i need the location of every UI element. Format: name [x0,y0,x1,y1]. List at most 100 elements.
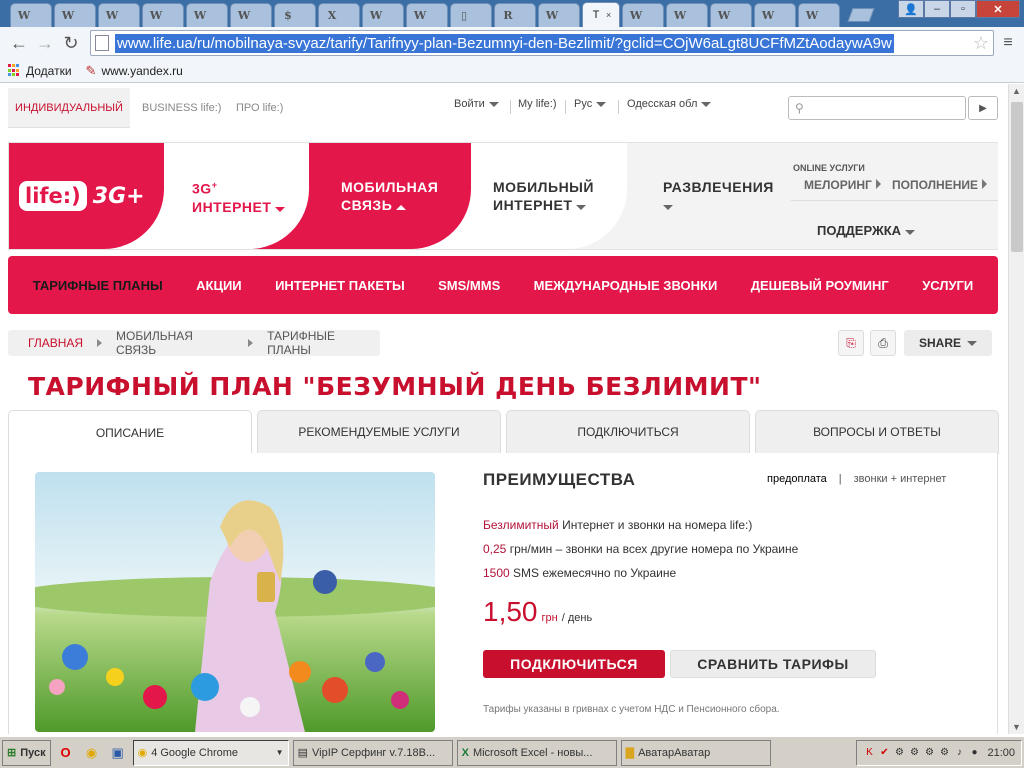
nav-entertainment[interactable]: РАЗВЛЕЧЕНИЯ [663,143,774,249]
taskbar-excel[interactable]: X Microsoft Excel - новы... [456,739,617,766]
minimize-button[interactable]: – [924,0,950,18]
page-scrollbar[interactable]: ▲ ▼ [1008,84,1024,734]
browser-tab[interactable]: W [798,3,840,27]
subnav-item[interactable]: АКЦИИ [196,278,242,293]
taskbar-folder[interactable]: ▇ АватарАватар [620,739,771,766]
login-dropdown[interactable]: Войти [454,98,499,110]
network-icon[interactable]: ⚙ [893,747,905,759]
browser-tab[interactable]: W [754,3,796,27]
browser-tab[interactable]: W [538,3,580,27]
new-tab-button[interactable] [847,8,875,22]
back-button[interactable]: ← [6,30,32,56]
maximize-button[interactable]: ▫ [950,0,976,18]
mode-prepaid[interactable]: предоплата [767,473,827,485]
taskbar-vipip[interactable]: ▤ VipIP Серфинг v.7.18B... [292,739,453,766]
compare-tariffs-button[interactable]: СРАВНИТЬ ТАРИФЫ [670,650,876,678]
browser-tab[interactable]: W [54,3,96,27]
topup-link[interactable]: ПОПОЛНЕНИЕ [892,178,988,192]
browser-tab[interactable]: W [622,3,664,27]
region-dropdown[interactable]: Одесская обл [627,98,712,110]
mylife-link[interactable]: My life:) [518,98,557,110]
forward-button[interactable]: → [32,30,58,56]
browser-tab[interactable]: W [10,3,52,27]
network-icon[interactable]: ⚙ [908,747,920,759]
browser-tab[interactable]: W [230,3,272,27]
scroll-thumb[interactable] [1011,102,1023,252]
breadcrumb-mobile[interactable]: МОБИЛЬНАЯ СВЯЗЬ [116,329,234,357]
print-icon[interactable]: ⎙ [870,330,896,356]
search-input[interactable]: ⚲ [788,96,966,120]
tab-connect[interactable]: ПОДКЛЮЧИТЬСЯ [506,410,750,454]
browser-tab[interactable]: W [710,3,752,27]
language-dropdown[interactable]: Рус [574,98,607,110]
subnav-item[interactable]: SMS/MMS [438,278,500,293]
volume-icon[interactable]: ♪ [953,747,965,759]
support-link[interactable]: ПОДДЕРЖКА [817,223,916,238]
melody-link[interactable]: МЕЛОРИНГ [804,178,881,192]
browser-tab[interactable]: R [494,3,536,27]
url-text[interactable]: www.life.ua/ru/mobilnaya-svyaz/tarify/Ta… [115,33,894,53]
start-button[interactable]: ⊞ Пуск [2,739,51,766]
tariff-subnav: ТАРИФНЫЕ ПЛАНЫ АКЦИИ ИНТЕРНЕТ ПАКЕТЫ SMS/MM… [8,256,998,314]
taskbar-chrome[interactable]: ◉ 4 Google Chrome ▼ [132,739,289,766]
tab-favicon-icon: W [61,9,75,22]
tab-recommended[interactable]: РЕКОМЕНДУЕМЫЕ УСЛУГИ [257,410,501,454]
nav-3g-internet[interactable]: 3G+ ИНТЕРНЕТ [192,143,286,249]
login-label: Войти [454,98,485,110]
scroll-down-icon[interactable]: ▼ [1012,722,1021,732]
search-submit-button[interactable]: ▶ [968,96,998,120]
nav-mobile-connection[interactable]: МОБИЛЬНАЯ СВЯЗЬ [341,143,438,249]
start-label: Пуск [20,746,46,759]
share-button[interactable]: SHARE [904,330,992,356]
close-window-button[interactable]: ✕ [976,0,1020,18]
scroll-up-icon[interactable]: ▲ [1012,86,1021,96]
keyboard-layout-icon[interactable]: K [863,747,875,759]
tab-faq[interactable]: ВОПРОСЫ И ОТВЕТЫ [755,410,999,454]
browser-tab[interactable]: W [362,3,404,27]
bookmark-apps[interactable]: Додатки [8,64,72,78]
network-icon[interactable]: ⚙ [923,747,935,759]
nav-mobile-internet[interactable]: МОБИЛЬНЫЙ ИНТЕРНЕТ [493,143,594,249]
browser-tab[interactable]: ▯ [450,3,492,27]
browser-tab-active[interactable]: T × [582,2,620,27]
browser-tab[interactable]: W [186,3,228,27]
mode-calls-internet[interactable]: звонки + интернет [854,473,947,485]
subnav-item[interactable]: УСЛУГИ [922,278,973,293]
tab-favicon-icon: $ [284,9,292,22]
subnav-item[interactable]: МЕЖДУНАРОДНЫЕ ЗВОНКИ [534,278,718,293]
tray-app-icon[interactable]: ● [968,747,980,759]
close-tab-icon[interactable]: × [606,10,611,20]
user-icon[interactable]: 👤 [898,0,924,18]
subnav-item[interactable]: ТАРИФНЫЕ ПЛАНЫ [33,278,163,293]
browser-tab[interactable]: X [318,3,360,27]
browser-tab[interactable]: W [142,3,184,27]
subnav-item[interactable]: ИНТЕРНЕТ ПАКЕТЫ [275,278,405,293]
reload-button[interactable]: ↻ [58,30,84,56]
segment-individual[interactable]: ИНДИВИДУАЛЬНЫЙ [8,88,130,128]
bookmark-star-icon[interactable]: ☆ [973,33,989,54]
chrome-icon[interactable]: ◉ [81,742,103,764]
segment-about[interactable]: ПРО life:) [236,88,283,128]
life-logo[interactable]: life:) 3G+ [19,177,153,215]
pdf-icon[interactable]: ⎘ [838,330,864,356]
clock: 21:00 [987,746,1015,759]
subnav-item[interactable]: ДЕШЕВЫЙ РОУМИНГ [751,278,889,293]
tab-description[interactable]: ОПИСАНИЕ [8,410,252,454]
opera-icon[interactable]: O [55,742,77,764]
browser-tab[interactable]: W [666,3,708,27]
chevron-down-icon [663,205,673,210]
browser-tab[interactable]: $ [274,3,316,27]
bookmark-yandex[interactable]: ✎ www.yandex.ru [86,63,183,79]
antivirus-icon[interactable]: ✔ [878,747,890,759]
tab-favicon-icon: ▯ [460,9,468,22]
address-bar[interactable]: www.life.ua/ru/mobilnaya-svyaz/tarify/Ta… [90,30,994,56]
segment-business[interactable]: BUSINESS life:) [142,88,221,128]
browser-tab[interactable]: W [406,3,448,27]
connect-button[interactable]: ПОДКЛЮЧИТЬСЯ [483,650,665,678]
breadcrumb-home[interactable]: ГЛАВНАЯ [28,336,83,350]
network-icon[interactable]: ⚙ [938,747,950,759]
browser-tab[interactable]: W [98,3,140,27]
desktop-icon[interactable]: ▣ [107,742,129,764]
chrome-menu-icon[interactable]: ≡ [998,34,1018,52]
topup-label: ПОПОЛНЕНИЕ [892,178,979,192]
